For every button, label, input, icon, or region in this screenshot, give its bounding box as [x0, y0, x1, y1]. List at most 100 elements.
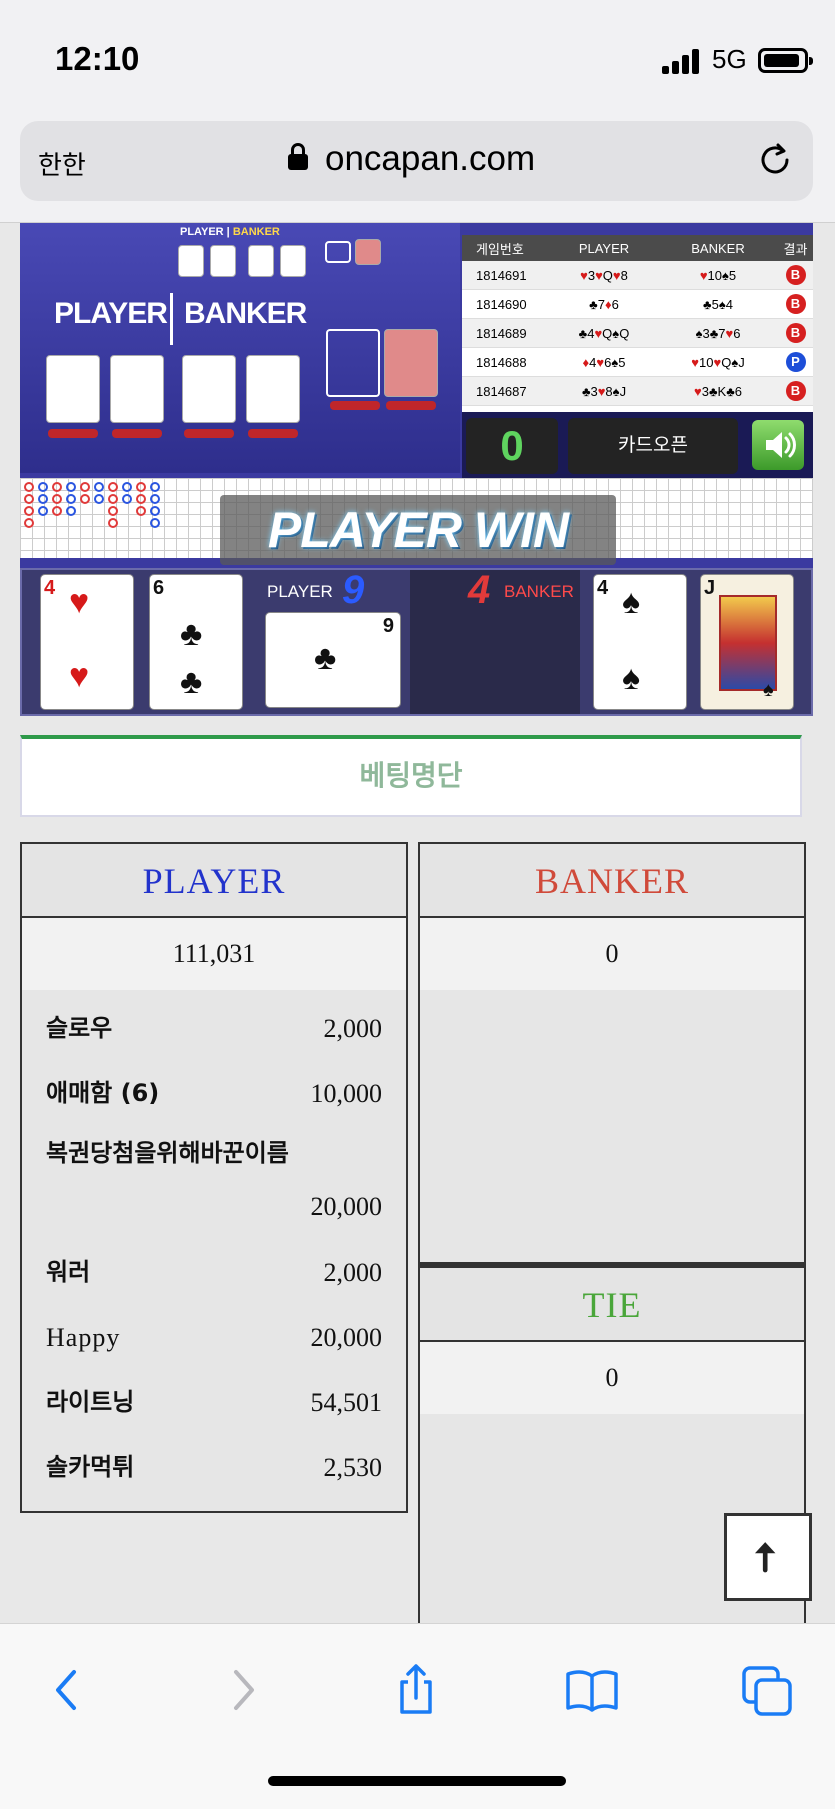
history-banker-cards: ♥3♣K♣6 [694, 383, 742, 399]
road-dot [24, 494, 34, 504]
road-dot [136, 482, 146, 492]
road-dot [66, 482, 76, 492]
mini-card [248, 245, 274, 277]
result-badge: P [785, 352, 806, 372]
road-dot [24, 506, 34, 516]
road-dot [66, 506, 76, 516]
road-dot [38, 506, 48, 516]
road-dot [38, 482, 48, 492]
road-dot [24, 482, 34, 492]
road-dot [108, 494, 118, 504]
history-player-cards: ♦4♥6♠5 [582, 354, 626, 370]
share-icon[interactable] [386, 1660, 446, 1720]
road-dot [122, 482, 132, 492]
bet-row: 복권당첨을위해바꾼이름 [46, 1139, 289, 1167]
history-banker-cards: ♠3♣7♥6 [695, 325, 741, 341]
card-back [355, 239, 381, 265]
baccarat-table: PLAYER | BANKER PLAYER BANKER [20, 223, 460, 473]
card-back [384, 329, 438, 397]
road-dot [150, 482, 160, 492]
player-bets-list: 슬로우 2,000 애매함 (6) 10,000 복권당첨을위해바꾼이름 20,00… [22, 990, 406, 1500]
win-text: PLAYER WIN [267, 502, 569, 558]
road-dot [38, 494, 48, 504]
battery-icon [758, 48, 813, 73]
history-row: 1814691 ♥3♥Q♥8 ♥10♠5 B [462, 261, 813, 290]
card-pad [48, 429, 98, 438]
url-text[interactable]: oncapan.com [325, 139, 535, 179]
back-icon[interactable] [38, 1660, 98, 1720]
history-row: 1814689 ♣4♥Q♠Q ♠3♣7♥6 B [462, 319, 813, 348]
bookmarks-icon[interactable] [562, 1660, 622, 1720]
banker-score: 4 [468, 568, 491, 612]
forward-icon[interactable] [212, 1660, 272, 1720]
speaker-icon [766, 432, 796, 458]
sound-button[interactable] [752, 420, 804, 470]
card-pad [386, 401, 436, 410]
player-score: 9 [342, 568, 365, 612]
road-dot [108, 518, 118, 528]
road-dot [150, 494, 160, 504]
bet-row: Happy 20,000 [46, 1323, 382, 1352]
arrow-up-icon [754, 1542, 776, 1573]
signal-icon [662, 48, 702, 74]
game-history-table: 게임번호 PLAYER BANKER 결과 1814691 ♥3♥Q♥8 ♥10♠5… [462, 235, 813, 412]
history-row: 1814688 ♦4♥6♠5 ♥10♥Q♠J P [462, 348, 813, 377]
tie-bets-heading: TIE [420, 1268, 804, 1342]
mini-card [280, 245, 306, 277]
table-card [110, 355, 164, 423]
banker-bets-panel: BANKER 0 [418, 842, 806, 1264]
road-dot [52, 506, 62, 516]
history-banker-cards: ♥10♥Q♠J [691, 354, 745, 370]
player-card-2: 6 ♣ ♣ [149, 574, 243, 710]
bet-row: 애매함 (6) 10,000 [46, 1079, 382, 1108]
history-banker-cards: ♥10♠5 [699, 267, 737, 283]
road-dot [80, 494, 90, 504]
table-divider [170, 293, 173, 345]
road-dot [52, 482, 62, 492]
road-dot [52, 494, 62, 504]
result-badge: B [785, 294, 806, 314]
bet-row: 솔카먹튀 2,530 [46, 1453, 382, 1482]
card-pad [112, 429, 162, 438]
control-row: 0 카드오픈 [462, 412, 813, 478]
history-row: 1814687 ♣3♥8♠J ♥3♣K♣6 B [462, 377, 813, 406]
address-field[interactable]: 한한 oncapan.com [20, 121, 813, 201]
win-banner: PLAYER WIN [220, 495, 616, 565]
road-dot [150, 518, 160, 528]
network-label: 5G [712, 44, 747, 74]
tie-bets-total: 0 [420, 1342, 804, 1414]
game-video-area: PLAYER | BANKER PLAYER BANKER 게임번호 PLAYE… [20, 223, 813, 716]
reload-icon[interactable] [756, 141, 794, 179]
road-dot [94, 494, 104, 504]
road-dot [136, 494, 146, 504]
road-dot [24, 518, 34, 528]
status-time: 12:10 [55, 40, 140, 77]
history-header: 게임번호 PLAYER BANKER 결과 [462, 235, 813, 261]
banker-bets-total: 0 [420, 918, 804, 990]
result-badge: B [785, 265, 806, 285]
table-banker-label: BANKER [184, 297, 307, 330]
road-dot [108, 482, 118, 492]
mini-table-label: PLAYER | BANKER [180, 226, 280, 238]
history-player-cards: ♣7♦6 [589, 296, 619, 312]
table-card [246, 355, 300, 423]
bet-row: 슬로우 2,000 [46, 1014, 382, 1043]
result-badge: B [785, 323, 806, 343]
player-card-3: 9 ♣ [265, 612, 401, 708]
road-dot [150, 506, 160, 516]
bet-row-amount: 20,000 [310, 1192, 383, 1221]
tabs-icon[interactable] [738, 1660, 798, 1720]
card-open-button[interactable]: 카드오픈 [568, 418, 738, 474]
browser-url-bar: 한한 oncapan.com [0, 115, 835, 223]
history-player-cards: ♣3♥8♠J [581, 383, 627, 399]
road-dot [108, 506, 118, 516]
reader-text-size-button[interactable]: 한한 [38, 145, 86, 182]
road-dot [94, 482, 104, 492]
player-bets-total: 111,031 [22, 918, 406, 990]
empty-card-slot [326, 329, 380, 397]
player-card-1: 4 ♥ ♥ [40, 574, 134, 710]
history-body: 1814691 ♥3♥Q♥8 ♥10♠5 B 1814690 ♣7♦6 ♣5♠4 B 18146… [462, 261, 813, 406]
card-pad [330, 401, 380, 410]
history-player-cards: ♣4♥Q♠Q [578, 325, 630, 341]
scroll-to-top-button[interactable] [724, 1513, 812, 1601]
